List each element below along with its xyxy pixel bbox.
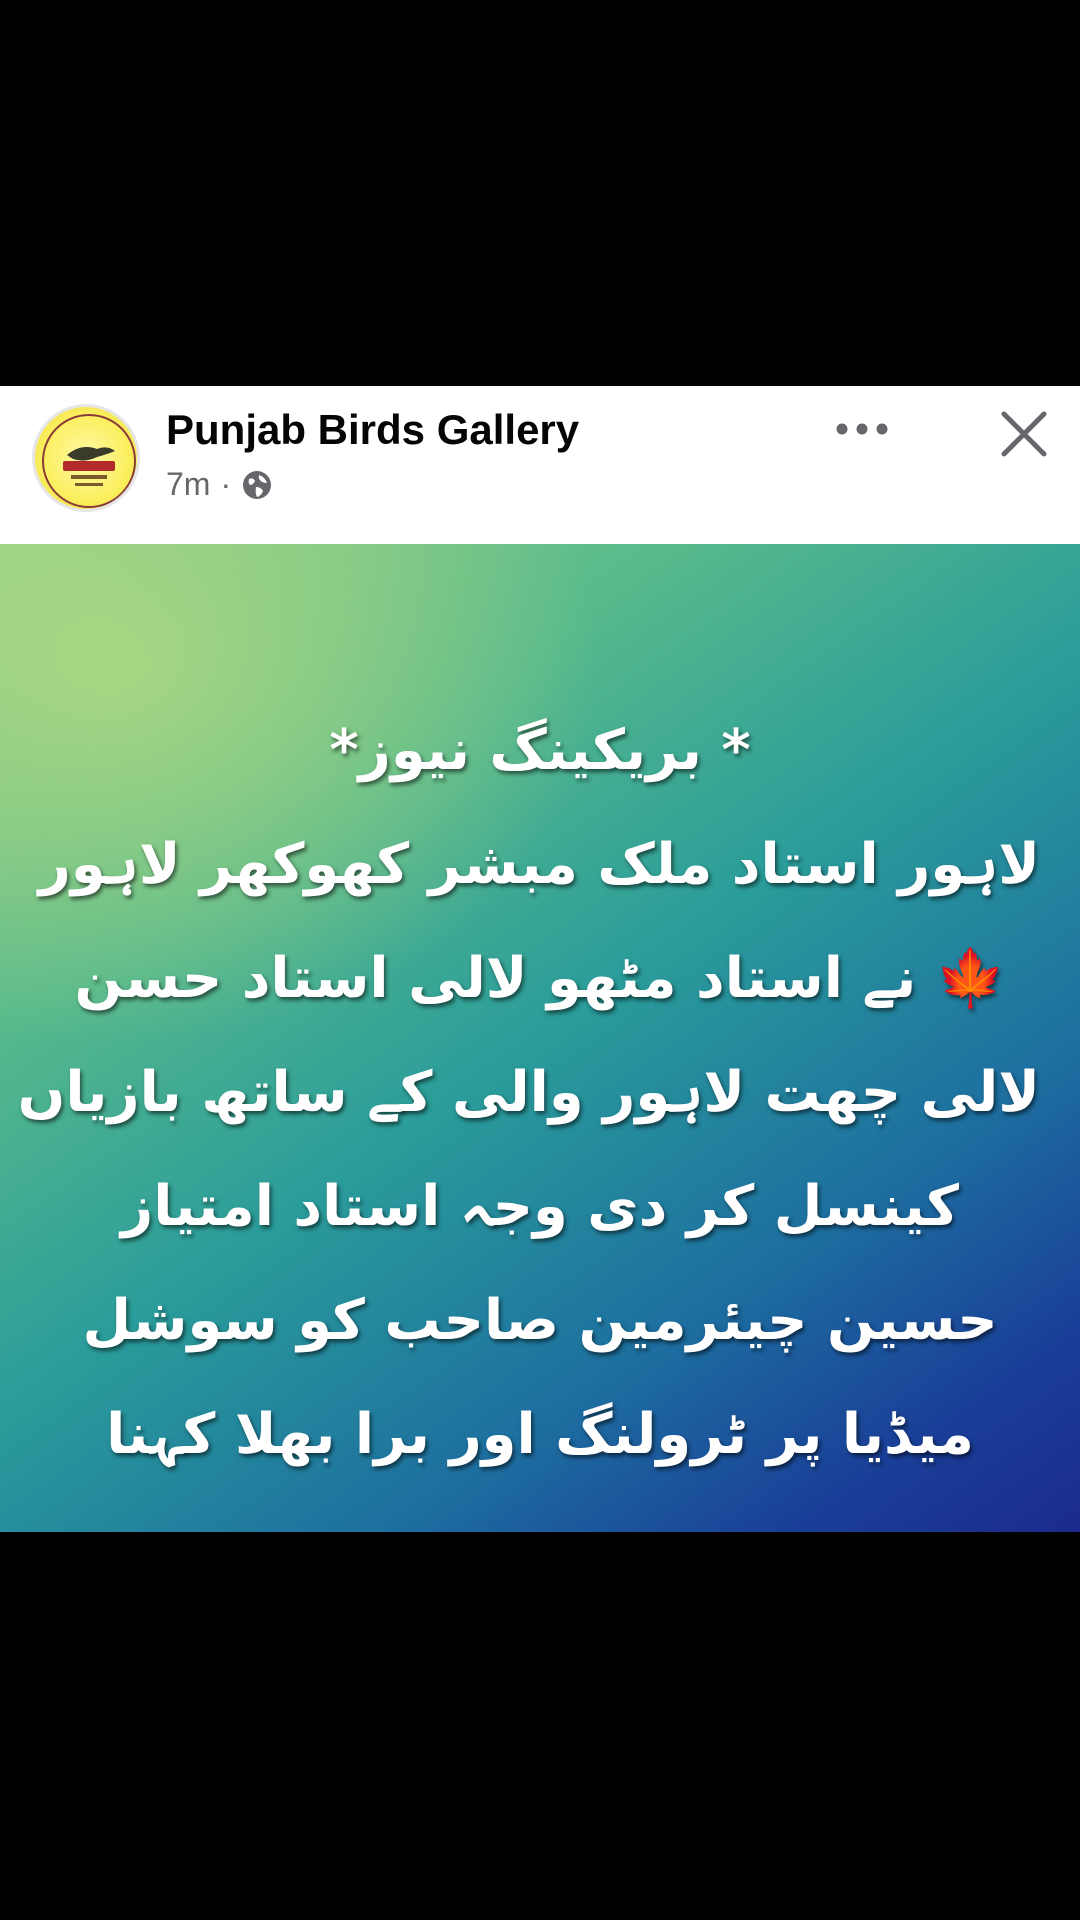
meta-separator: ·	[220, 466, 232, 502]
text-line-3: 🍁 نے استاد مٹھو لالی استاد حسن	[40, 922, 1040, 1036]
maple-leaf-icon: 🍁	[935, 946, 1006, 1011]
text-line-7: میڈیا پر ٹرولنگ اور برا بھلا کہنا	[106, 1402, 974, 1467]
screen: Punjab Birds Gallery 7m · * بریکینگ نیوز…	[0, 0, 1080, 1920]
text-line-5: کینسل کر دی وجہ استاد امتیاز	[121, 1174, 959, 1239]
page-avatar[interactable]	[32, 404, 140, 512]
close-button[interactable]	[996, 406, 1052, 462]
avatar-logo-icon	[42, 414, 136, 508]
more-options-button[interactable]	[832, 414, 892, 444]
globe-icon	[241, 469, 273, 501]
text-line-1: * بریکینگ نیوز*	[329, 718, 751, 783]
close-icon	[1001, 411, 1047, 457]
more-options-icon	[836, 423, 888, 435]
post-time[interactable]: 7m	[166, 466, 210, 503]
page-name[interactable]: Punjab Birds Gallery	[166, 406, 579, 454]
post-image[interactable]: * بریکینگ نیوز* لاہور استاد ملک مبشر کھو…	[0, 544, 1080, 1532]
text-line-6: حسین چیئرمین صاحب کو سوشل	[82, 1288, 998, 1353]
text-line-2: لاہور استاد ملک مبشر کھوکھر لاہور	[38, 832, 1040, 897]
text-line-3-words: نے استاد مٹھو لالی استاد حسن	[74, 946, 917, 1011]
post-header: Punjab Birds Gallery 7m ·	[0, 386, 1080, 544]
post-image-text: * بریکینگ نیوز* لاہور استاد ملک مبشر کھو…	[17, 694, 1040, 1492]
post-meta: 7m ·	[166, 466, 273, 503]
text-line-4: لالی چھت لاہور والی کے ساتھ بازیاں	[17, 1060, 1040, 1125]
